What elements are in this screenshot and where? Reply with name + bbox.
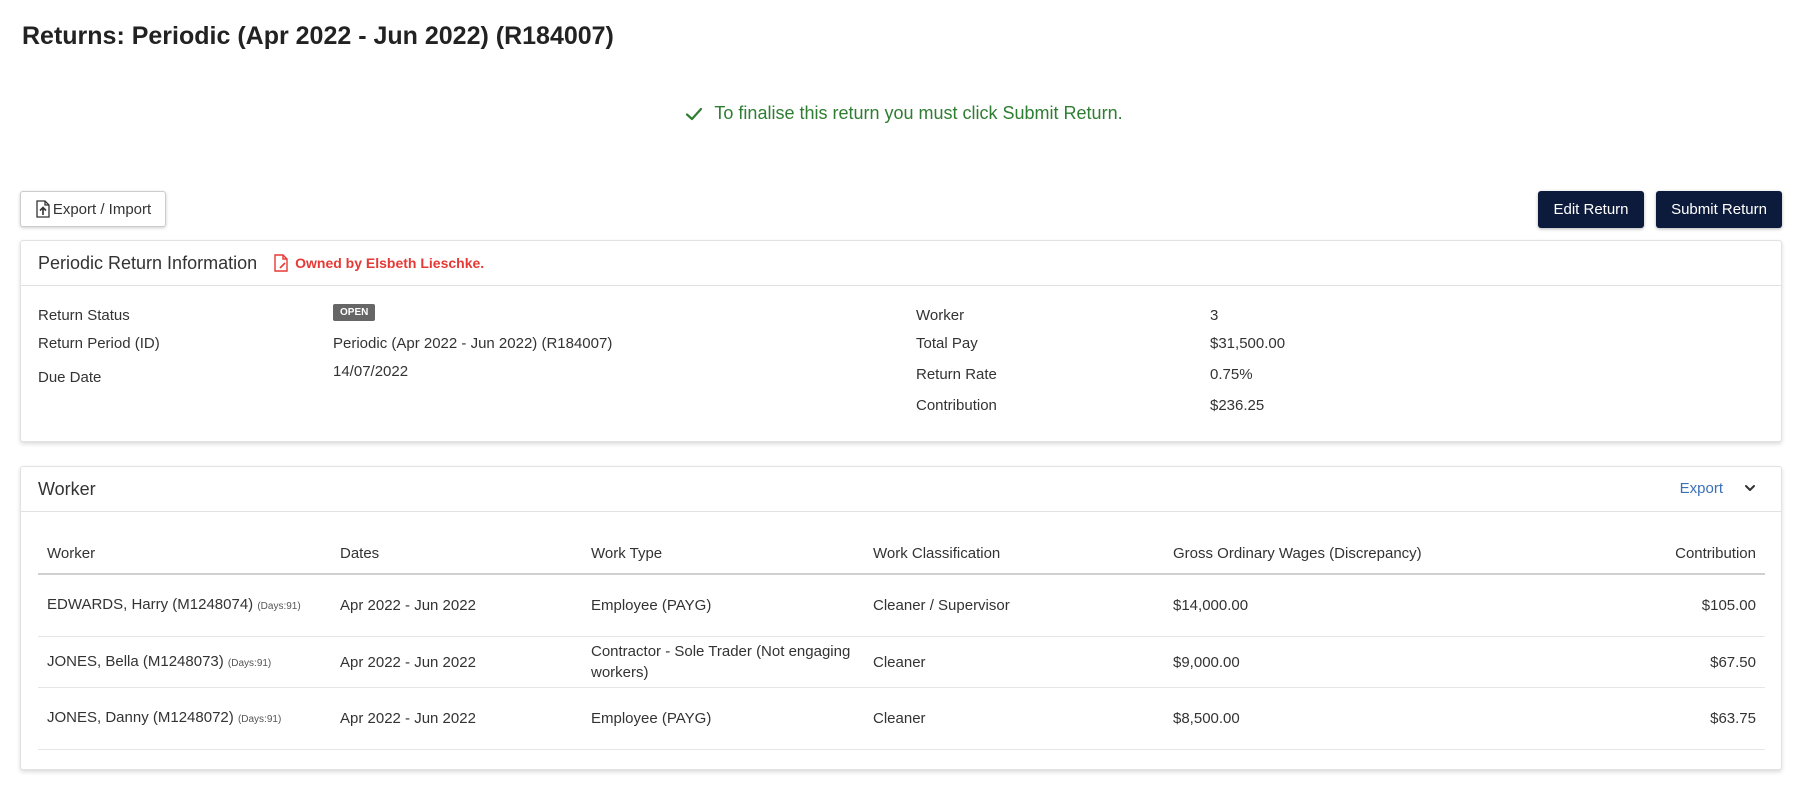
worker-name: JONES, Danny (M1248072)	[47, 709, 234, 726]
dates-cell: Apr 2022 - Jun 2022	[331, 687, 582, 750]
work-type-cell: Employee (PAYG)	[582, 574, 864, 637]
file-upload-icon	[35, 200, 53, 218]
column-header-contribution[interactable]: Contribution	[1614, 533, 1765, 575]
table-row[interactable]: JONES, Bella (M1248073) (Days:91) Apr 20…	[38, 636, 1765, 688]
wages-cell: $8,500.00	[1164, 687, 1614, 750]
export-import-button[interactable]: Export / Import	[20, 191, 166, 227]
contribution-value: $236.25	[1210, 397, 1265, 414]
notice-text: To finalise this return you must click S…	[714, 103, 1123, 123]
edit-return-button[interactable]: Edit Return	[1538, 191, 1644, 228]
table-header-row: Worker Dates Work Type Work Classificati…	[38, 533, 1765, 575]
return-info-header: Periodic Return Information Owned by Els…	[21, 241, 1781, 286]
owner-text: Owned by Elsbeth Lieschke.	[295, 255, 485, 271]
return-status-label: Return Status	[38, 307, 130, 324]
worker-name: JONES, Bella (M1248073)	[47, 652, 224, 670]
column-header-worker[interactable]: Worker	[38, 533, 331, 575]
check-icon	[684, 104, 704, 124]
return-rate-value: 0.75%	[1210, 366, 1253, 383]
column-header-wages[interactable]: Gross Ordinary Wages (Discrepancy)	[1164, 533, 1614, 575]
dates-cell: Apr 2022 - Jun 2022	[331, 636, 582, 688]
dates-cell: Apr 2022 - Jun 2022	[331, 574, 582, 637]
worker-name: EDWARDS, Harry (M1248074)	[47, 596, 254, 613]
worker-count-value: 3	[1210, 307, 1219, 324]
worker-table: Worker Dates Work Type Work Classificati…	[38, 533, 1765, 750]
worker-days: (Days:91)	[227, 657, 272, 669]
contribution-label: Contribution	[916, 397, 997, 414]
wages-cell: $14,000.00	[1164, 574, 1614, 637]
owner-notice: Owned by Elsbeth Lieschke.	[273, 254, 484, 272]
worker-count-label: Worker	[916, 307, 965, 324]
worker-days: (Days:91)	[257, 601, 301, 612]
status-badge: OPEN	[333, 304, 376, 321]
worker-export-link[interactable]: Export	[1680, 480, 1723, 497]
return-period-value: Periodic (Apr 2022 - Jun 2022) (R184007)	[333, 335, 613, 352]
work-type-cell: Employee (PAYG)	[582, 687, 864, 750]
total-pay-label: Total Pay	[916, 335, 978, 352]
classification-cell: Cleaner	[864, 636, 1164, 688]
return-info-title: Periodic Return Information	[38, 252, 258, 273]
contribution-cell: $67.50	[1614, 636, 1765, 688]
worker-panel: Worker Export Worker Dates Work Type Wor…	[20, 466, 1782, 770]
column-header-work-type[interactable]: Work Type	[582, 533, 864, 575]
page-title: Returns: Periodic (Apr 2022 - Jun 2022) …	[22, 22, 614, 50]
return-info-panel: Periodic Return Information Owned by Els…	[20, 240, 1782, 442]
worker-panel-title: Worker	[38, 478, 96, 499]
due-date-label: Due Date	[38, 369, 102, 386]
worker-cell: EDWARDS, Harry (M1248074) (Days:91)	[38, 574, 331, 637]
chevron-down-icon[interactable]	[1743, 481, 1757, 495]
submit-notice: To finalise this return you must click S…	[0, 103, 1807, 124]
column-header-classification[interactable]: Work Classification	[864, 533, 1164, 575]
worker-days: (Days:91)	[237, 714, 282, 725]
return-rate-label: Return Rate	[916, 366, 997, 383]
column-header-dates[interactable]: Dates	[331, 533, 582, 575]
table-row[interactable]: EDWARDS, Harry (M1248074) (Days:91) Apr …	[38, 574, 1765, 637]
contribution-cell: $63.75	[1614, 687, 1765, 750]
worker-cell: JONES, Danny (M1248072) (Days:91)	[38, 687, 331, 750]
classification-cell: Cleaner	[864, 687, 1164, 750]
submit-return-button[interactable]: Submit Return	[1656, 191, 1782, 228]
total-pay-value: $31,500.00	[1210, 335, 1286, 352]
table-row[interactable]: JONES, Danny (M1248072) (Days:91) Apr 20…	[38, 687, 1765, 750]
return-period-label: Return Period (ID)	[38, 335, 160, 352]
worker-panel-header: Worker Export	[21, 467, 1781, 512]
due-date-value: 14/07/2022	[333, 363, 409, 380]
wages-cell: $9,000.00	[1164, 636, 1614, 688]
worker-cell: JONES, Bella (M1248073) (Days:91)	[38, 636, 331, 688]
document-edit-icon	[273, 254, 295, 272]
work-type-cell: Contractor - Sole Trader (Not engaging w…	[582, 636, 864, 688]
classification-cell: Cleaner / Supervisor	[864, 574, 1164, 637]
export-import-label: Export / Import	[52, 200, 152, 218]
contribution-cell: $105.00	[1614, 574, 1765, 637]
